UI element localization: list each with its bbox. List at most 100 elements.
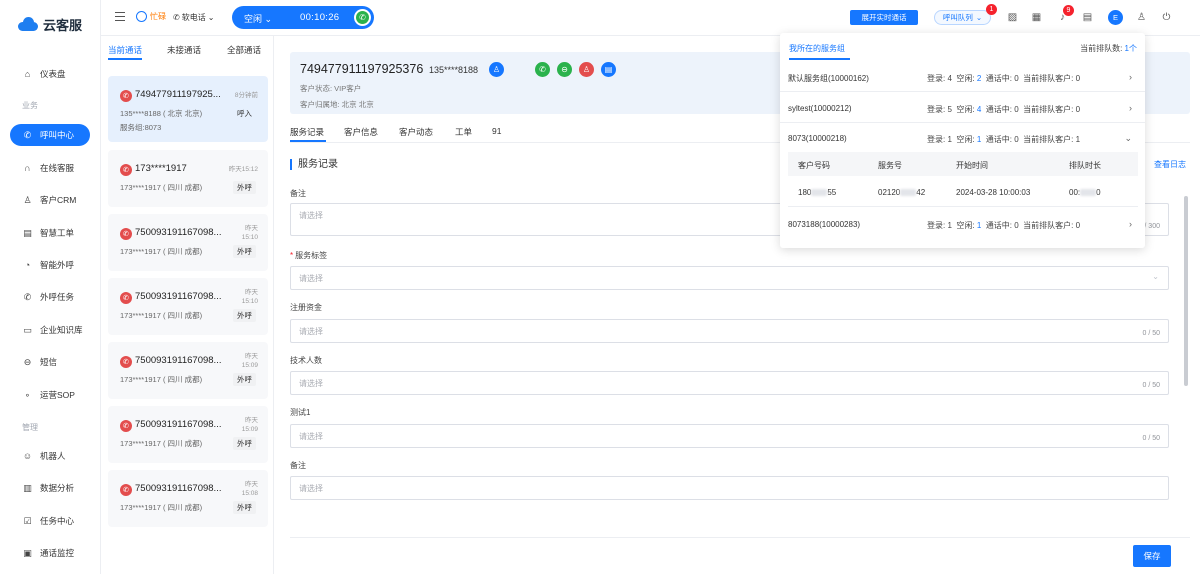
chevron-down-icon: ⌄ (207, 13, 215, 22)
user-icon[interactable]: ♙ (1135, 11, 1148, 24)
call-queue-button[interactable]: 呼叫队列 ⌄ (934, 10, 991, 25)
sidebar: 云客服 ⌂ 仪表盘 业务 ✆ 呼叫中心 ∩ 在线客服 ♙ 客户CRM ▤ 智慧工单 ◔ 智能… (0, 0, 101, 574)
chart-icon: ▥ (23, 482, 32, 493)
sidebar-section-business: 业务 (22, 101, 38, 110)
robot-icon: ☺ (22, 451, 33, 461)
notes-icon[interactable]: ▤ (1081, 11, 1094, 24)
sidebar-item-task-center[interactable]: ☑ 任务中心 (10, 510, 90, 532)
tab-91[interactable]: 91 (492, 126, 501, 136)
service-group-row[interactable]: syltest(10000212) 登录: 5 空闲: 4 通话中: 0 当前排… (780, 93, 1145, 123)
call-list-panel: 当前通话 未接通话 全部通话 ✆ 749477911197925... 8分钟前… (101, 36, 274, 574)
chevron-down-icon[interactable]: ⌄ (1124, 133, 1132, 144)
brand-logo[interactable]: 云客服 (18, 14, 82, 34)
agent-status-dropdown[interactable]: 空闲 ⌄ (244, 12, 272, 25)
char-counter: 0 / 50 (1142, 330, 1160, 337)
customer-profile-icon[interactable]: ♙ (489, 62, 504, 77)
tab-all-calls[interactable]: 全部通话 (227, 44, 261, 56)
broken-image-icon[interactable]: ▨ (1006, 11, 1019, 24)
sidebar-item-ticket[interactable]: ▤ 智慧工单 (10, 222, 90, 244)
service-group-row[interactable]: 8073(10000218) 登录: 1 空闲: 1 通话中: 0 当前排队客户… (780, 123, 1145, 153)
field-label: 注册资金 (290, 303, 322, 312)
popover-title[interactable]: 我所在的服务组 (789, 43, 845, 54)
blacklist-user-icon[interactable]: ♙ (579, 62, 594, 77)
sidebar-item-crm[interactable]: ♙ 客户CRM (10, 189, 90, 211)
tab-missed-calls[interactable]: 未接通话 (167, 44, 201, 56)
call-card[interactable]: ✆ 750093191167098... 昨天 15:09 173****191… (108, 406, 268, 463)
call-direction-tag: 外呼 (233, 501, 256, 514)
remark2-textarea[interactable]: 请选择 (290, 476, 1169, 500)
char-counter: / 300 (1144, 223, 1160, 230)
expand-realtime-call-button[interactable]: 展开实时通话 (850, 10, 918, 25)
app-root: 云客服 ⌂ 仪表盘 业务 ✆ 呼叫中心 ∩ 在线客服 ♙ 客户CRM ▤ 智慧工单 ◔ 智能… (0, 0, 1200, 574)
table-cell: 180 55 (798, 188, 837, 197)
phone-icon: ✆ (120, 90, 132, 102)
sidebar-section-manage: 管理 (22, 423, 38, 432)
document-icon: ▤ (23, 227, 32, 238)
top-header: 忙碌 ✆ 软电话 ⌄ 空闲 ⌄ 00:10:26 ✆ 展开实时通话 呼叫队列 ⌄ … (101, 0, 1200, 36)
sidebar-item-dashboard[interactable]: ⌂ 仪表盘 (10, 63, 90, 85)
char-counter: 0 / 50 (1142, 382, 1160, 389)
sidebar-item-sms[interactable]: ⊖ 短信 (10, 351, 90, 373)
busy-status[interactable]: 忙碌 (136, 11, 166, 22)
sidebar-item-robot[interactable]: ☺ 机器人 (10, 445, 90, 467)
field-label: 备注 (290, 461, 306, 470)
chevron-right-icon[interactable]: › (1129, 219, 1132, 229)
call-card[interactable]: ✆ 749477911197925... 8分钟前 135****8188 ( … (108, 76, 268, 142)
softphone-selector[interactable]: ✆ 软电话 ⌄ (173, 12, 214, 23)
call-card[interactable]: ✆ 750093191167098... 昨天 15:10 173****191… (108, 278, 268, 335)
keyboard-icon[interactable]: ▦ (1030, 11, 1043, 24)
registered-capital-input[interactable]: 请选择 0 / 50 (290, 319, 1169, 343)
phone-icon: ✆ (173, 13, 180, 22)
customer-id: 749477911197925376 (300, 62, 424, 76)
call-icon[interactable]: ✆ (535, 62, 550, 77)
field-label: * 服务标签 (290, 251, 328, 260)
cloud-icon (18, 17, 38, 31)
sidebar-item-smart-outbound[interactable]: ◔ 智能外呼 (10, 254, 90, 276)
tab-service-records[interactable]: 服务记录 (290, 126, 324, 138)
field-label: 备注 (290, 189, 306, 198)
service-tag-select[interactable]: 请选择 ⌄ (290, 266, 1169, 290)
call-direction-tag: 外呼 (233, 181, 256, 194)
table-cell: 2024-03-28 10:00:03 (956, 188, 1031, 197)
test1-input[interactable]: 请选择 0 / 50 (290, 424, 1169, 448)
tab-customer-info[interactable]: 客户信息 (344, 126, 378, 138)
save-button[interactable]: 保存 (1133, 545, 1171, 567)
document-icon[interactable]: ▤ (601, 62, 616, 77)
call-card[interactable]: ✆ 750093191167098... 昨天 15:10 173****191… (108, 214, 268, 271)
message-icon[interactable]: ⊖ (557, 62, 572, 77)
monitor-icon: ▣ (23, 547, 32, 558)
tab-customer-activity[interactable]: 客户动态 (399, 126, 433, 138)
call-card[interactable]: ✆ 173****1917 昨天15:12 173****1917 ( 四川 成… (108, 150, 268, 207)
queue-count: 当前排队数: 1个 (1080, 44, 1137, 53)
phone-icon: ✆ (120, 164, 132, 176)
tab-current-calls[interactable]: 当前通话 (108, 44, 142, 56)
tech-staff-input[interactable]: 请选择 0 / 50 (290, 371, 1169, 395)
sidebar-item-online-service[interactable]: ∩ 在线客服 (10, 157, 90, 179)
phone-icon: ✆ (356, 11, 369, 24)
sidebar-item-sop[interactable]: ∘ 运营SOP (10, 384, 90, 406)
view-log-link[interactable]: 查看日志 (1154, 159, 1186, 170)
call-direction-tag: 呼入 (237, 109, 252, 118)
bell-badge: 9 (1063, 5, 1074, 16)
service-group-row[interactable]: 默认服务组(10000162) 登录: 4 空闲: 2 通话中: 0 当前排队客… (780, 62, 1145, 92)
sidebar-item-analytics[interactable]: ▥ 数据分析 (10, 477, 90, 499)
sidebar-item-call-monitor[interactable]: ▣ 通话监控 (10, 542, 90, 564)
service-group-row[interactable]: 8073188(10000283) 登录: 1 空闲: 1 通话中: 0 当前排… (780, 209, 1145, 239)
call-card[interactable]: ✆ 750093191167098... 昨天 15:08 173****191… (108, 470, 268, 527)
sidebar-item-knowledge-base[interactable]: ▭ 企业知识库 (10, 319, 90, 341)
menu-toggle-icon[interactable] (115, 12, 125, 21)
answer-call-button[interactable]: ✆ (354, 9, 371, 26)
tab-ticket[interactable]: 工单 (455, 126, 472, 138)
sidebar-item-outbound-task[interactable]: ✆ 外呼任务 (10, 286, 90, 308)
phone-icon: ✆ (120, 228, 132, 240)
call-card[interactable]: ✆ 750093191167098... 昨天 15:09 173****191… (108, 342, 268, 399)
queue-table: 客户号码 服务号 开始时间 排队时长 180 55 02120 42 2024-03… (788, 152, 1138, 207)
scrollbar[interactable] (1184, 196, 1188, 386)
chevron-right-icon[interactable]: › (1129, 103, 1132, 113)
power-icon[interactable]: ⏻ (1160, 11, 1173, 24)
avatar[interactable]: E (1108, 10, 1123, 25)
customer-phone: 135****8188 (429, 65, 479, 75)
sidebar-item-call-center[interactable]: ✆ 呼叫中心 (10, 124, 90, 146)
agent-status-pill[interactable]: 空闲 ⌄ 00:10:26 ✆ (232, 6, 374, 29)
chevron-right-icon[interactable]: › (1129, 72, 1132, 82)
